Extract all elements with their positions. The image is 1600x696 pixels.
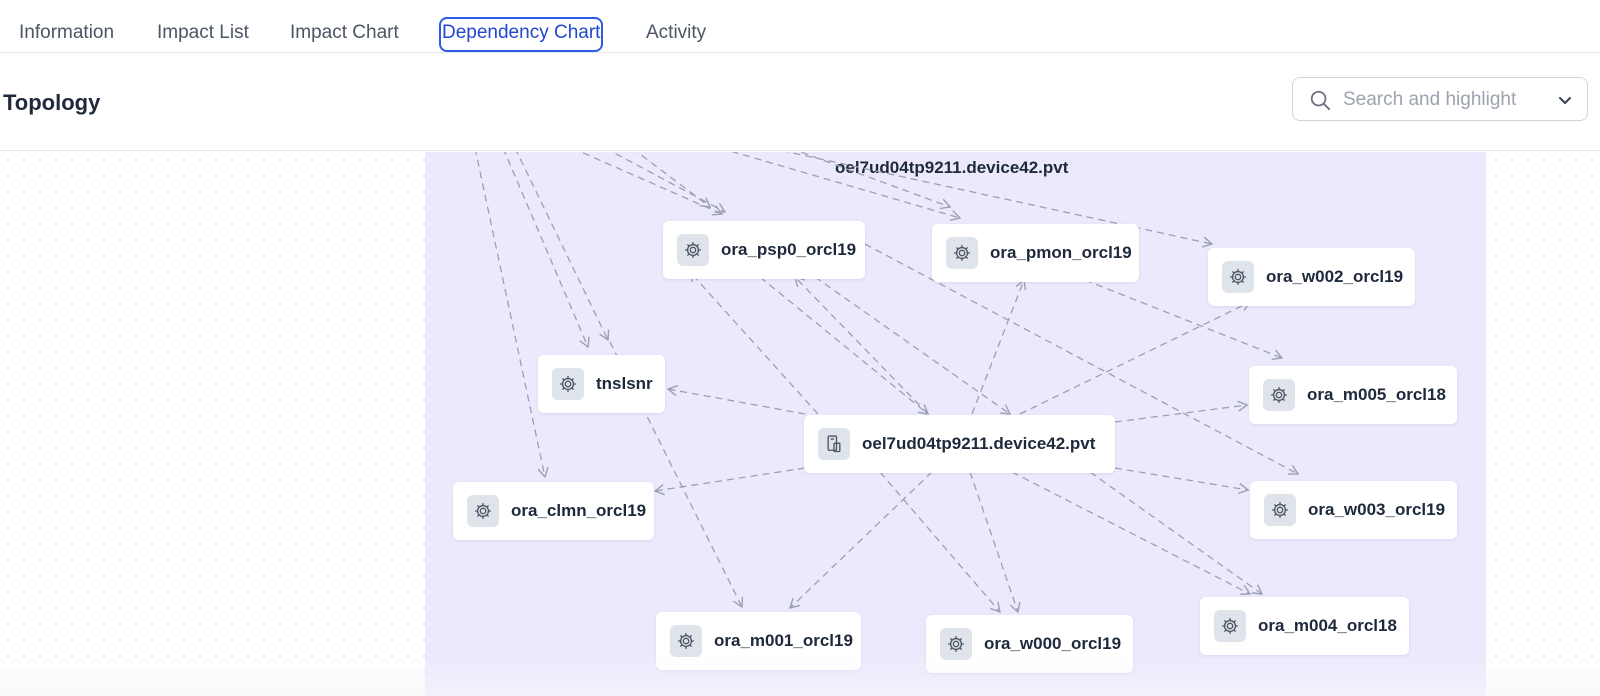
service-gear-icon — [1214, 610, 1246, 642]
search-placeholder[interactable]: Search and highlight — [1343, 89, 1516, 111]
tab-dependency-chart[interactable]: Dependency Chart — [439, 17, 604, 52]
edge — [516, 152, 610, 342]
node-label: tnslsnr — [596, 374, 653, 393]
edge — [1019, 300, 1252, 415]
service-gear-icon — [946, 237, 978, 269]
edge — [1114, 467, 1250, 495]
service-gear-icon — [940, 628, 972, 660]
node-label: ora_psp0_orcl19 — [721, 240, 857, 259]
edge — [475, 152, 549, 479]
tab-activity[interactable]: Activity — [644, 18, 708, 52]
search-highlight-select[interactable]: Search and highlight — [1292, 77, 1588, 121]
node-label: oel7ud04tp9211.device42.pvt — [862, 434, 1096, 453]
node-ora-pmon-orcl19[interactable]: ora_pmon_orcl19 — [932, 224, 1139, 282]
node-label: ora_w003_orcl19 — [1308, 500, 1446, 519]
edge — [788, 471, 933, 609]
node-label: ora_pmon_orcl19 — [990, 243, 1132, 262]
node-ora-psp0-orcl19[interactable]: ora_psp0_orcl19 — [663, 221, 865, 279]
topology-canvas[interactable]: oel7ud04tp9211.device42.pvt ora_psp0_orc… — [0, 152, 1600, 696]
node-label: ora_m001_orcl19 — [714, 631, 853, 650]
service-gear-icon — [467, 495, 499, 527]
chevron-down-icon[interactable] — [1557, 92, 1573, 108]
edge — [759, 276, 930, 415]
topology-header: Topology Search and highlight — [0, 53, 1600, 151]
edge — [793, 275, 929, 415]
edge — [1114, 400, 1249, 423]
edge — [731, 152, 962, 221]
search-icon — [1310, 90, 1331, 111]
node-ora-w002-orcl19[interactable]: ora_w002_orcl19 — [1208, 248, 1415, 306]
edge — [611, 152, 727, 213]
node-label: ora_w000_orcl19 — [984, 634, 1122, 653]
edge — [969, 471, 1021, 614]
edge — [689, 270, 819, 415]
service-gear-icon — [1264, 494, 1296, 526]
node-label: ora_w002_orcl19 — [1266, 267, 1404, 286]
node-ora-m005-orcl18[interactable]: ora_m005_orcl18 — [1249, 366, 1457, 424]
node-ora-w003-orcl19[interactable]: ora_w003_orcl19 — [1250, 481, 1457, 539]
edge — [504, 152, 590, 349]
edge — [653, 467, 806, 496]
tab-impact-list[interactable]: Impact List — [155, 18, 251, 52]
service-gear-icon — [1222, 261, 1254, 293]
node-ora-clmn-orcl19[interactable]: ora_clmn_orcl19 — [453, 482, 654, 540]
service-gear-icon — [677, 234, 709, 266]
tab-information[interactable]: Information — [17, 18, 116, 52]
node-label: ora_m005_orcl18 — [1307, 385, 1446, 404]
node-ora-w000-orcl19[interactable]: ora_w000_orcl19 — [926, 615, 1133, 673]
edge — [666, 385, 806, 415]
tab-bar: Information Impact List Impact Chart Dep… — [0, 0, 1600, 53]
node-device-oel7ud04tp9211[interactable]: oel7ud04tp9211.device42.pvt — [804, 415, 1115, 473]
node-tnslsnr[interactable]: tnslsnr — [538, 355, 665, 413]
edge — [798, 152, 952, 210]
service-gear-icon — [552, 368, 584, 400]
device-icon — [818, 428, 850, 460]
node-label: ora_m004_orcl18 — [1258, 616, 1397, 635]
edge — [879, 471, 1001, 614]
node-ora-m004-orcl18[interactable]: ora_m004_orcl18 — [1200, 597, 1409, 655]
service-gear-icon — [1263, 379, 1295, 411]
tab-impact-chart[interactable]: Impact Chart — [288, 18, 401, 52]
node-ora-m001-orcl19[interactable]: ora_m001_orcl19 — [656, 612, 861, 670]
edge — [579, 152, 724, 216]
edge — [971, 278, 1027, 415]
edge — [1011, 471, 1252, 596]
edge — [1089, 471, 1264, 595]
service-gear-icon — [670, 625, 702, 657]
node-label: ora_clmn_orcl19 — [511, 501, 647, 520]
page-title: Topology — [3, 90, 101, 115]
